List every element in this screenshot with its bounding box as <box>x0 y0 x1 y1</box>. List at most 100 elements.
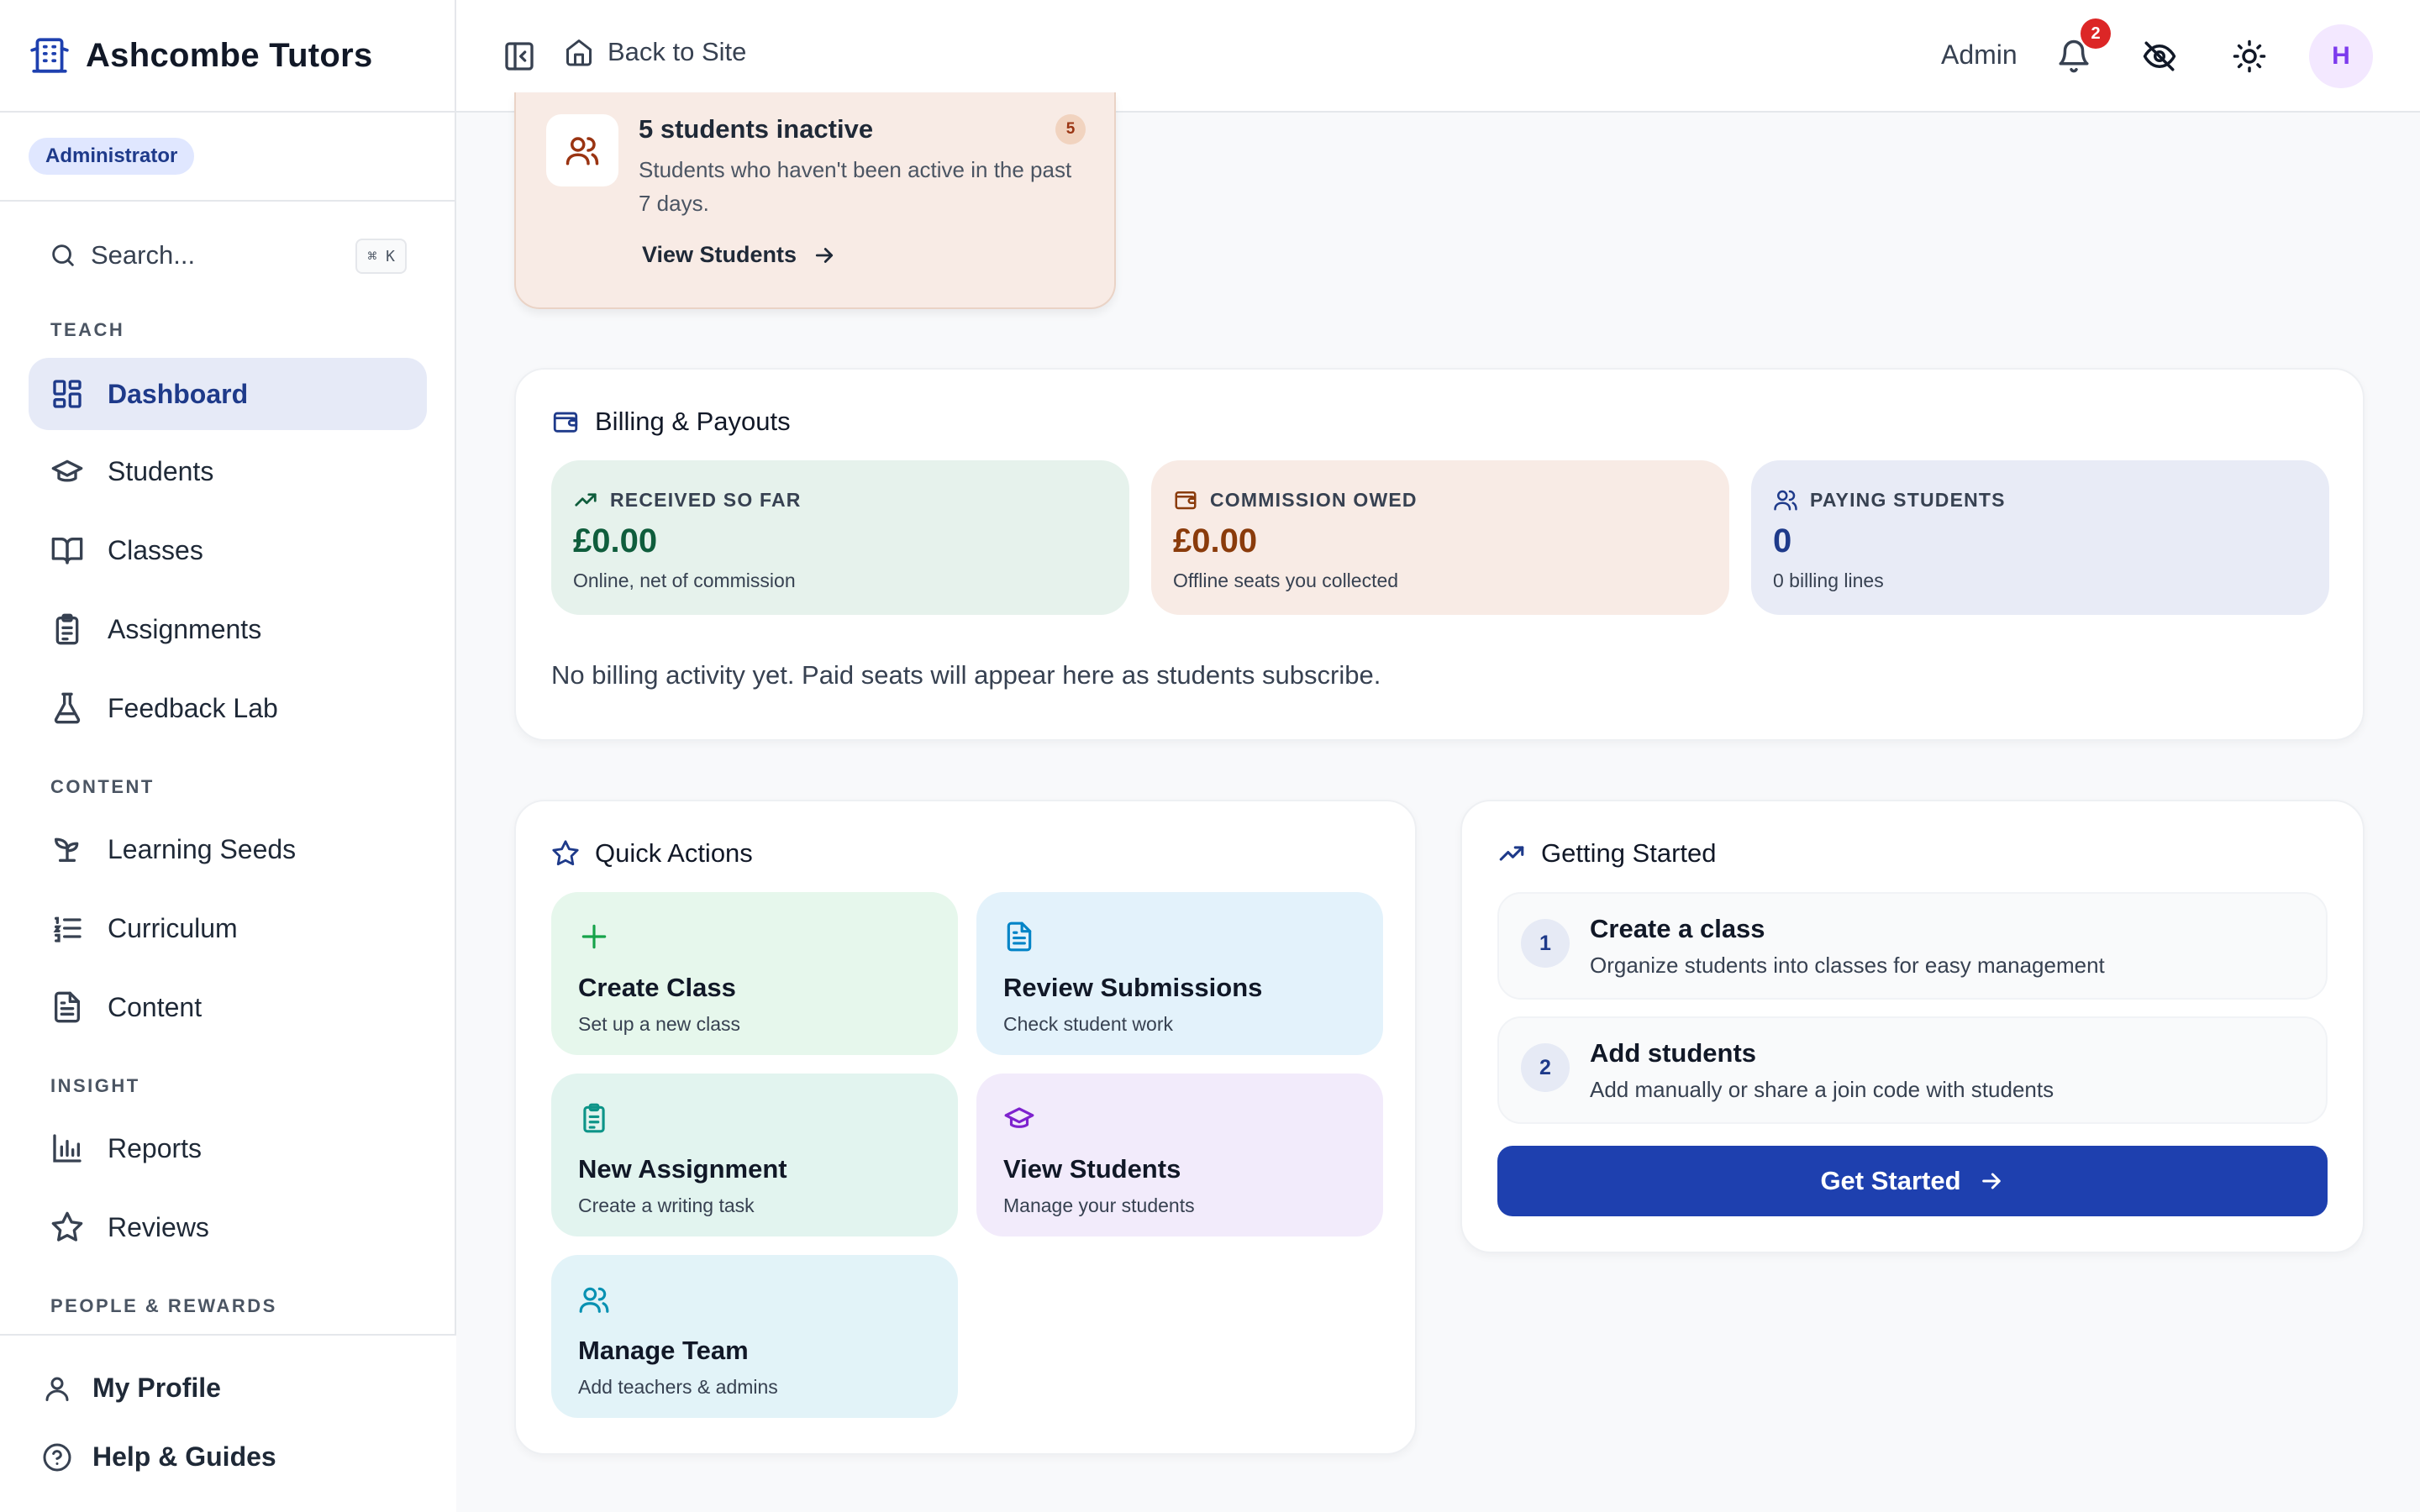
step-create-class[interactable]: 1 Create a class Organize students into … <box>1497 892 2328 1000</box>
getting-started-header: Getting Started <box>1497 838 1717 869</box>
user-icon <box>42 1373 72 1404</box>
stat-value: £0.00 <box>573 522 658 559</box>
getting-started-panel: Getting Started 1 Create a class Organiz… <box>1460 800 2365 1253</box>
action-sub: Manage your students <box>1003 1194 1195 1216</box>
admin-label[interactable]: Admin <box>1941 39 2018 71</box>
avatar[interactable]: H <box>2309 24 2373 88</box>
stat-label: PAYING STUDENTS <box>1810 488 2006 511</box>
stat-label: COMMISSION OWED <box>1210 488 1418 511</box>
brand-name: Ashcombe Tutors <box>86 36 373 74</box>
action-sub: Add teachers & admins <box>578 1376 778 1398</box>
help-guides-link[interactable]: Help & Guides <box>42 1441 276 1473</box>
quick-actions-header: Quick Actions <box>551 838 753 869</box>
sidebar-item-label: Reviews <box>108 1211 209 1242</box>
sidebar-item-classes[interactable]: Classes <box>29 514 427 586</box>
create-class-button[interactable]: Create Class Set up a new class <box>551 892 958 1055</box>
my-profile-link[interactable]: My Profile <box>42 1373 221 1404</box>
get-started-label: Get Started <box>1820 1166 1961 1195</box>
home-icon <box>564 37 594 67</box>
arrow-right-icon <box>812 243 837 268</box>
search-placeholder: Search... <box>91 240 196 270</box>
step-sub: Add manually or share a join code with s… <box>1590 1077 2054 1102</box>
list-ordered-icon <box>50 911 84 945</box>
eye-off-icon[interactable] <box>2142 39 2177 74</box>
alert-count-badge: 5 <box>1055 114 1086 144</box>
stat-received: RECEIVED SO FAR £0.00 Online, net of com… <box>551 460 1129 615</box>
sidebar-item-feedback-lab[interactable]: Feedback Lab <box>29 672 427 744</box>
stat-sub: Online, net of commission <box>573 570 796 591</box>
sidebar-item-label: Learning Seeds <box>108 833 297 864</box>
sidebar-item-label: Dashboard <box>108 378 249 409</box>
sun-icon[interactable] <box>2232 39 2267 74</box>
search-input[interactable]: Search... ⌘ K <box>29 227 407 284</box>
billing-header: Billing & Payouts <box>551 407 791 437</box>
alert-description: Students who haven't been active in the … <box>639 157 1072 216</box>
stat-paying-students: PAYING STUDENTS 0 0 billing lines <box>1751 460 2329 615</box>
sidebar-item-assignments[interactable]: Assignments <box>29 593 427 665</box>
search-icon <box>49 241 77 270</box>
book-open-icon <box>50 533 84 567</box>
sidebar-item-learning-seeds[interactable]: Learning Seeds <box>29 813 427 885</box>
section-label-people-rewards: PEOPLE & REWARDS <box>50 1295 277 1316</box>
step-add-students[interactable]: 2 Add students Add manually or share a j… <box>1497 1016 2328 1124</box>
review-submissions-button[interactable]: Review Submissions Check student work <box>976 892 1383 1055</box>
step-title: Add students <box>1590 1038 1757 1068</box>
stat-label: RECEIVED SO FAR <box>610 488 802 511</box>
sidebar-collapse-icon[interactable] <box>502 39 536 73</box>
view-students-button[interactable]: View Students Manage your students <box>976 1074 1383 1236</box>
clipboard-list-icon <box>50 612 84 646</box>
sidebar-item-label: Students <box>108 455 214 486</box>
sidebar-item-students[interactable]: Students <box>29 435 427 507</box>
action-title: View Students <box>1003 1154 1181 1184</box>
star-icon <box>551 839 580 868</box>
graduation-cap-icon <box>1003 1102 1035 1134</box>
sidebar-item-dashboard[interactable]: Dashboard <box>29 358 427 430</box>
back-to-site-label: Back to Site <box>608 37 747 66</box>
clipboard-list-icon <box>578 1102 610 1134</box>
step-number: 1 <box>1521 919 1570 968</box>
inactive-students-alert: 5 students inactive 5 Students who haven… <box>514 92 1116 309</box>
view-students-link[interactable]: View Students <box>642 242 837 268</box>
action-title: Manage Team <box>578 1336 749 1365</box>
step-title: Create a class <box>1590 914 1765 943</box>
file-text-icon <box>50 990 84 1024</box>
users-icon <box>546 114 618 186</box>
wallet-icon <box>551 407 580 436</box>
sidebar-item-label: Feedback Lab <box>108 692 278 723</box>
new-assignment-button[interactable]: New Assignment Create a writing task <box>551 1074 958 1236</box>
building-logo-icon <box>29 34 71 76</box>
my-profile-label: My Profile <box>92 1373 221 1403</box>
sidebar-item-reviews[interactable]: Reviews <box>29 1191 427 1263</box>
section-label-content: CONTENT <box>50 776 155 797</box>
graduation-cap-icon <box>50 454 84 488</box>
file-text-icon <box>1003 921 1035 953</box>
sidebar-item-curriculum[interactable]: Curriculum <box>29 892 427 964</box>
brand[interactable]: Ashcombe Tutors <box>0 0 455 113</box>
sidebar-item-content[interactable]: Content <box>29 971 427 1043</box>
flask-icon <box>50 691 84 725</box>
help-circle-icon <box>42 1442 72 1473</box>
role-badge: Administrator <box>29 138 195 175</box>
sidebar-item-reports[interactable]: Reports <box>29 1112 427 1184</box>
manage-team-button[interactable]: Manage Team Add teachers & admins <box>551 1255 958 1418</box>
action-sub: Set up a new class <box>578 1013 741 1035</box>
sidebar-item-label: Assignments <box>108 613 262 644</box>
getting-started-title: Getting Started <box>1541 838 1717 868</box>
plus-icon <box>578 921 610 953</box>
back-to-site-link[interactable]: Back to Site <box>564 37 746 67</box>
arrow-right-icon <box>1978 1168 2005 1194</box>
help-guides-label: Help & Guides <box>92 1441 276 1472</box>
action-title: Review Submissions <box>1003 973 1263 1002</box>
trending-up-icon <box>573 487 598 512</box>
search-shortcut: ⌘ K <box>355 239 407 274</box>
stat-commission: COMMISSION OWED £0.00 Offline seats you … <box>1151 460 1729 615</box>
notification-count-badge: 2 <box>2081 18 2111 49</box>
sidebar-item-label: Classes <box>108 534 203 565</box>
get-started-button[interactable]: Get Started <box>1497 1146 2328 1216</box>
users-icon <box>578 1284 610 1315</box>
wallet-icon <box>1173 487 1198 512</box>
action-title: New Assignment <box>578 1154 787 1184</box>
step-sub: Organize students into classes for easy … <box>1590 953 2105 978</box>
trending-up-icon <box>1497 839 1526 868</box>
stat-sub: 0 billing lines <box>1773 570 1884 591</box>
